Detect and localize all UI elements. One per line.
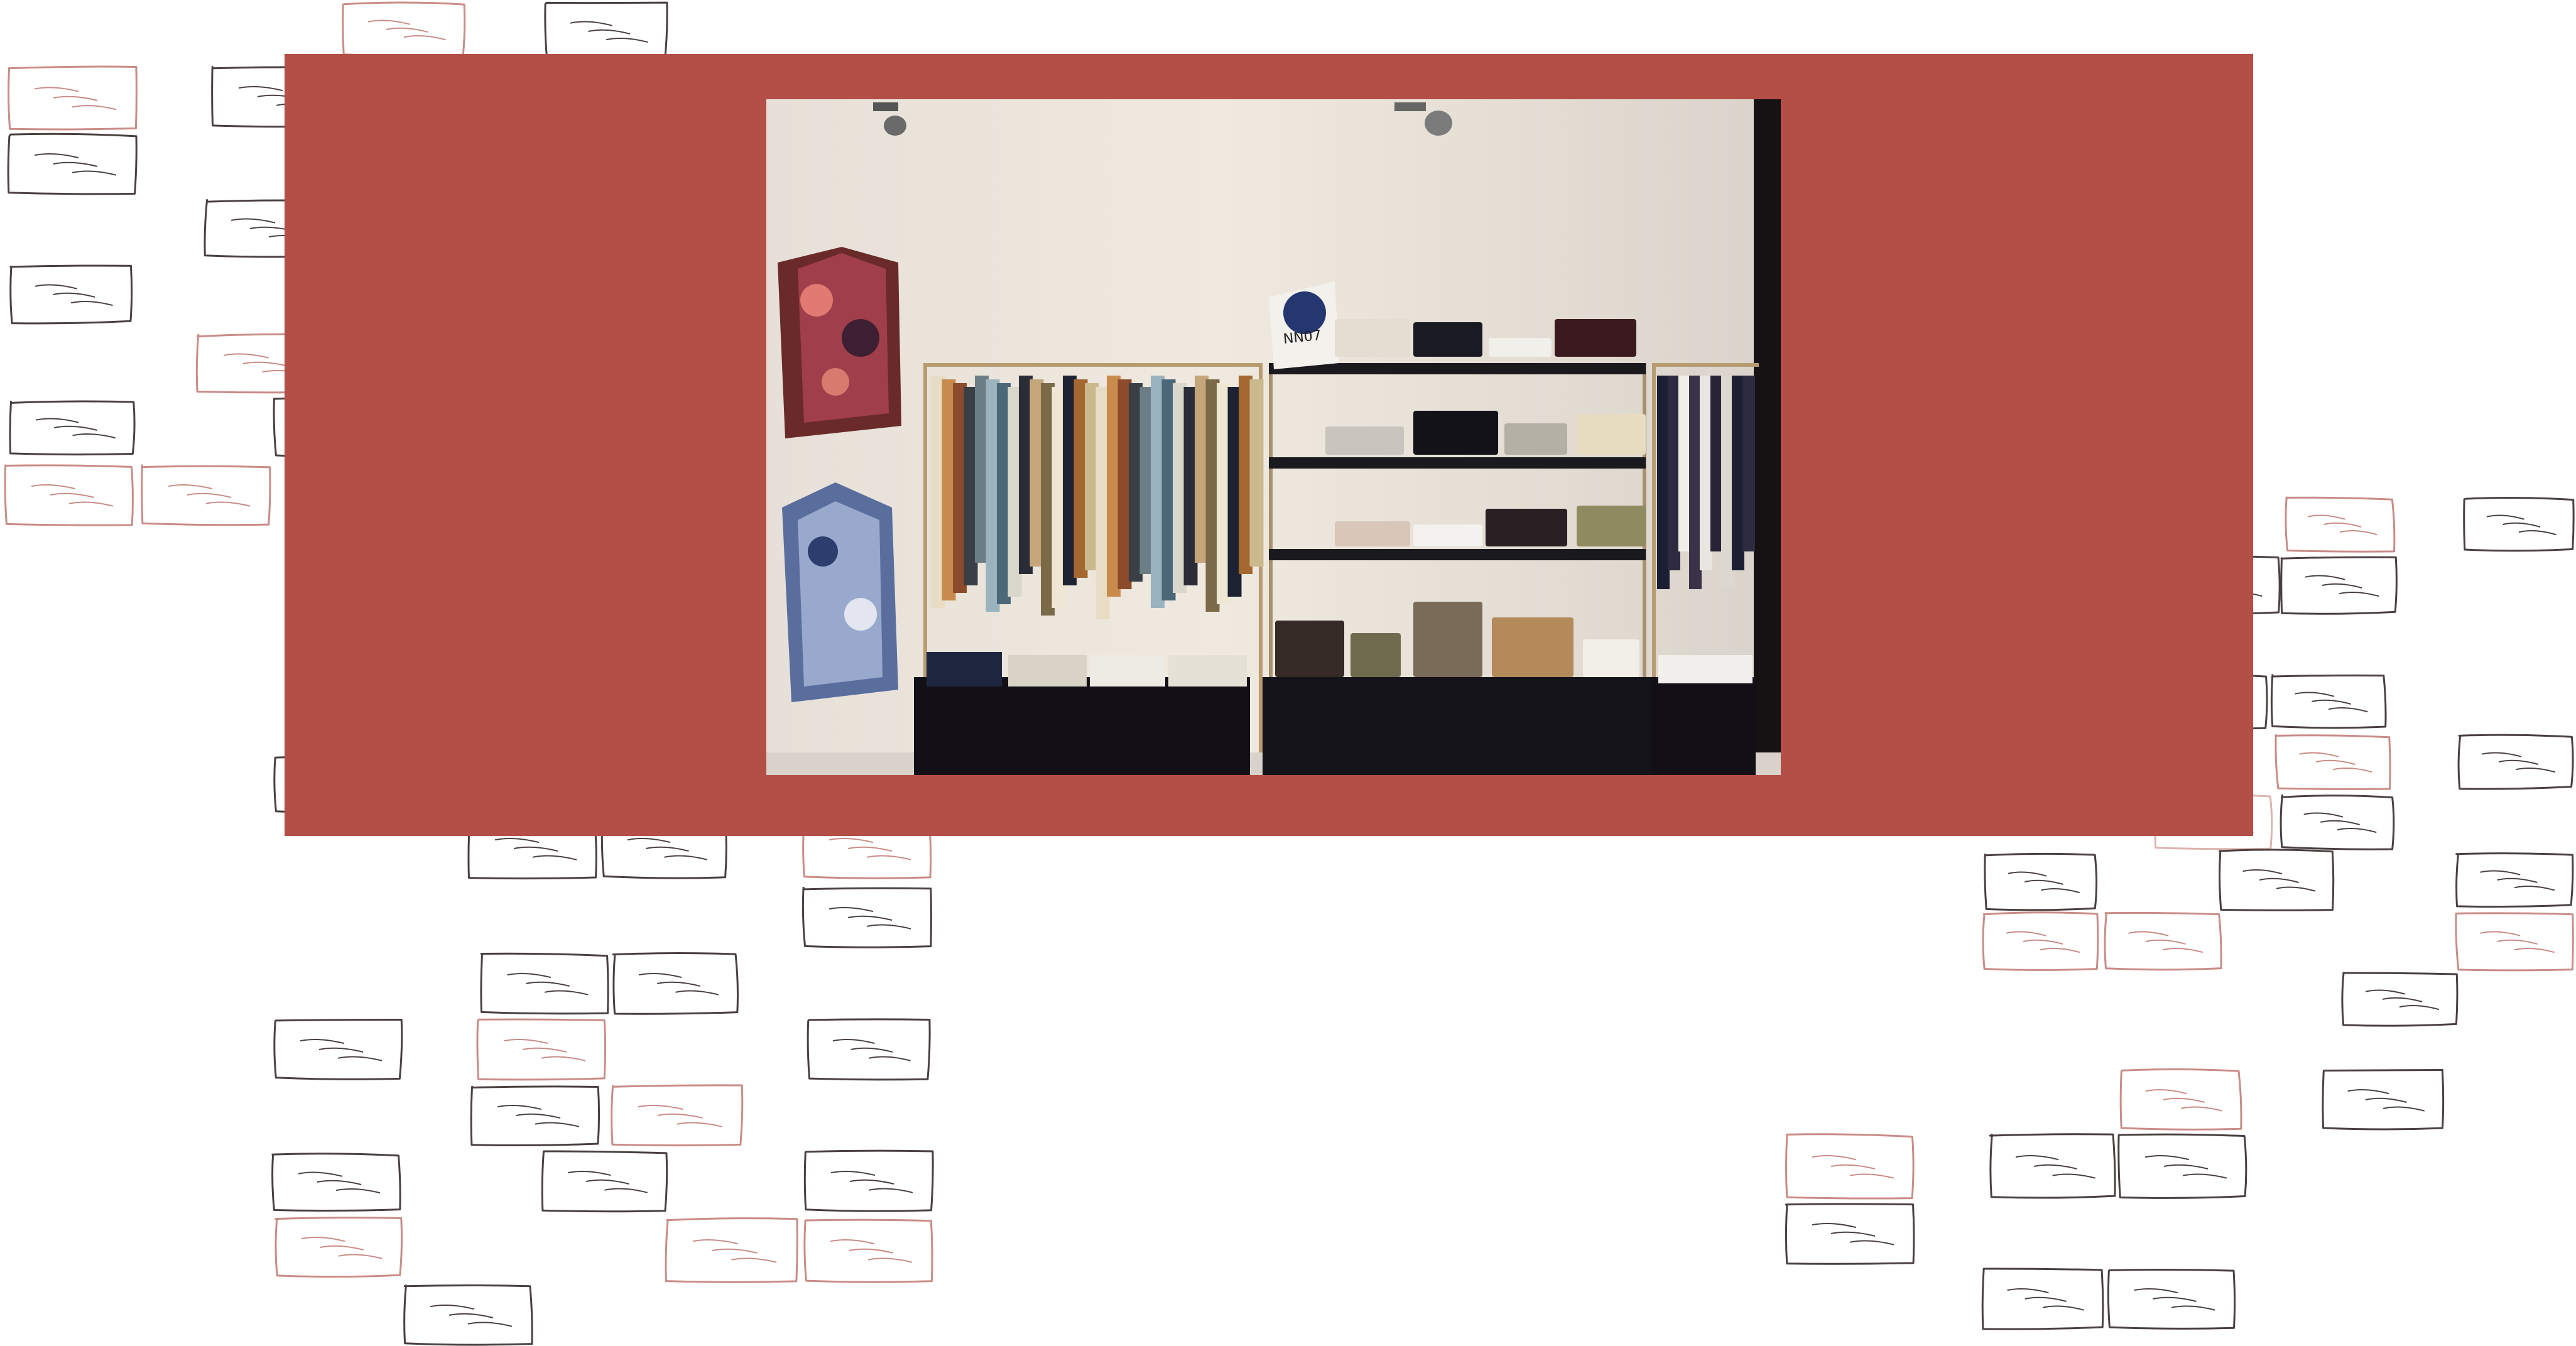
brick-sketch — [405, 1285, 533, 1345]
brick-sketch — [2323, 1070, 2443, 1129]
folded-garment-stack — [1335, 521, 1410, 546]
folded-garment-stack — [1577, 506, 1646, 546]
brick-sketch — [10, 401, 134, 455]
hanging-shirt-blue — [782, 482, 898, 702]
brick-sketch — [2342, 973, 2457, 1026]
brick-sketch — [2220, 850, 2334, 910]
brick-sketch — [1983, 913, 2098, 970]
brick-sketch — [2276, 735, 2390, 790]
brick-sketch — [481, 953, 608, 1013]
brick-sketch — [2281, 557, 2397, 614]
brick-sketch — [805, 1220, 932, 1282]
brick-sketch — [274, 1019, 402, 1079]
brick-sketch — [2456, 913, 2573, 970]
hanging-shirt-red — [778, 247, 901, 438]
brick-sketch — [477, 1019, 606, 1080]
brick-sketch — [273, 1154, 400, 1211]
folded-garment-stack — [1555, 319, 1636, 357]
folded-garment-stack — [1486, 509, 1567, 546]
brick-sketch — [2121, 1069, 2241, 1129]
brick-sketch — [2464, 497, 2573, 550]
folded-garment-stack — [1275, 621, 1344, 677]
brick-sketch — [1786, 1204, 1914, 1264]
brick-sketch — [545, 3, 667, 60]
hanging-garment — [1250, 379, 1264, 567]
brick-sketch — [2119, 1134, 2246, 1198]
brick-sketch — [11, 266, 132, 323]
brick-sketch — [808, 1019, 930, 1080]
brick-sketch — [142, 465, 270, 525]
brick-sketch — [471, 1087, 599, 1146]
folded-garment-stack — [1577, 414, 1646, 455]
brick-sketch — [1786, 1134, 1913, 1198]
brick-sketch — [2105, 913, 2221, 969]
brick-sketch — [1985, 854, 2097, 909]
folded-garment-stack — [1413, 524, 1482, 546]
brick-sketch — [803, 887, 931, 947]
store-wall-photo — [766, 99, 1781, 775]
folded-garment-stack — [1350, 633, 1401, 677]
folded-garment-stack — [1583, 639, 1639, 677]
brick-sketch — [5, 465, 133, 525]
brick-sketch — [8, 134, 136, 194]
brick-sketch — [2286, 497, 2394, 551]
folded-garment-stack — [1413, 411, 1498, 455]
folded-garment-stack — [1492, 617, 1573, 677]
brick-sketch — [805, 1151, 933, 1211]
hanging-garment — [1742, 376, 1755, 551]
folded-garment-stack — [1335, 319, 1410, 357]
brand-sign — [1269, 281, 1339, 369]
brick-sketch — [2459, 735, 2573, 789]
brick-sketch — [542, 1151, 666, 1212]
folded-garment-stack — [1504, 423, 1567, 455]
brick-sketch — [612, 1085, 742, 1146]
folded-garment-stack — [1325, 426, 1404, 455]
brick-sketch — [1990, 1134, 2115, 1198]
brick-sketch — [1982, 1269, 2103, 1329]
folded-garment-stack — [1413, 322, 1482, 357]
brick-sketch — [2457, 854, 2573, 907]
brick-sketch — [343, 3, 465, 56]
brick-sketch — [613, 953, 737, 1014]
brick-sketch — [2281, 795, 2394, 849]
brick-sketch — [2271, 675, 2386, 728]
brick-sketch — [9, 67, 137, 129]
brick-sketch — [2108, 1269, 2234, 1328]
folded-garment-stack — [1413, 602, 1482, 677]
brick-sketch — [666, 1218, 797, 1283]
folded-garment-stack — [1489, 338, 1552, 357]
brick-sketch — [275, 1218, 401, 1277]
